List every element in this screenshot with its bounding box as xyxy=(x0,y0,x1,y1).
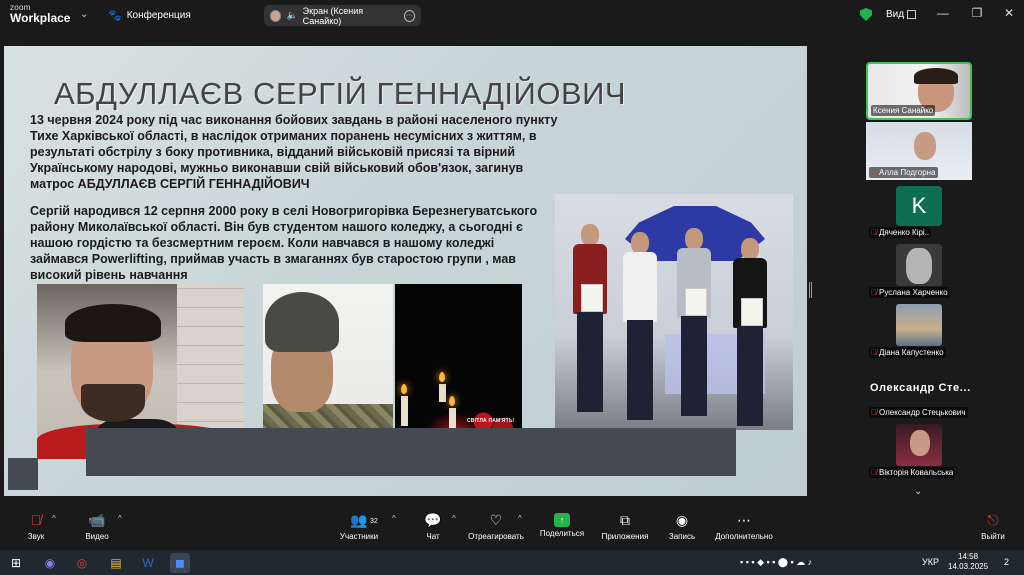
slide-paragraph-2: Сергій народився 12 серпня 2000 року в с… xyxy=(30,204,538,282)
keyboard-language[interactable]: УКР xyxy=(922,557,939,567)
title-bar: zoom Workplace ⌄ 🐾 Конференция 🔈 Экран (… xyxy=(0,0,1024,30)
viber-icon[interactable]: ◉ xyxy=(40,553,60,573)
participant-tile[interactable]: 🎙̸ Алла Подгорна xyxy=(866,122,972,180)
participant-tile[interactable]: K 🎙̸ Дяченко Кірі.. xyxy=(866,182,972,240)
muted-mic-icon: 🎙̸ xyxy=(871,168,877,177)
logo-workplace-text: Workplace xyxy=(10,11,71,25)
react-options-caret[interactable]: ^ xyxy=(518,514,522,523)
participant-tile[interactable]: Олександр Сте... 🎙̸ Олександр Стецькович xyxy=(866,362,972,420)
video-camera-icon: 📹 xyxy=(88,512,106,528)
exit-icon: ⎋ xyxy=(987,512,999,528)
windows-start-icon[interactable]: ⊞ xyxy=(6,553,26,573)
participants-options-caret[interactable]: ^ xyxy=(392,514,396,523)
muted-mic-icon: 🎙̸ xyxy=(871,468,877,477)
caption-overlay xyxy=(86,428,736,476)
meeting-info-button[interactable]: 🐾 Конференция xyxy=(108,9,191,22)
participant-name: 🎙̸ Олександр Стецькович xyxy=(869,407,968,418)
scroll-down-chevron-icon[interactable]: ⌄ xyxy=(914,486,922,497)
speaker-icon: 🔈 xyxy=(286,10,298,20)
share-label: Экран (Ксения Санайко) xyxy=(302,5,364,26)
paw-icon: 🐾 xyxy=(108,10,122,22)
resize-handle[interactable] xyxy=(809,282,812,298)
apps-icon: ⧉ xyxy=(620,512,630,528)
muted-mic-icon: 🎙̸ xyxy=(871,288,877,297)
chrome-icon[interactable]: ◎ xyxy=(72,553,92,573)
minimize-icon[interactable]: — xyxy=(936,6,950,20)
zoom-window: zoom Workplace ⌄ 🐾 Конференция 🔈 Экран (… xyxy=(0,0,1024,575)
close-icon[interactable]: ✕ xyxy=(1002,6,1016,20)
participant-name: 🎙̸ Вікторія Ковальська xyxy=(869,467,956,478)
slide-title: АБДУЛЛАЄВ СЕРГІЙ ГЕННАДІЙОВИЧ xyxy=(54,76,627,111)
view-button[interactable]: Вид xyxy=(886,9,904,20)
more-icon: ⋯ xyxy=(737,512,751,528)
slide-paragraph-1: 13 червня 2024 року під час виконання бо… xyxy=(30,113,558,191)
participant-tile[interactable]: 🎙̸ Вікторія Ковальська xyxy=(866,422,972,480)
meeting-label: Конференция xyxy=(126,10,191,21)
screen-share-indicator[interactable]: 🔈 Экран (Ксения Санайко) ··· xyxy=(264,5,421,26)
record-icon: ◉ xyxy=(675,512,689,528)
more-options-icon[interactable]: ··· xyxy=(403,9,415,22)
audio-options-caret[interactable]: ^ xyxy=(52,514,56,523)
video-button[interactable]: 📹 Видео xyxy=(82,510,112,541)
zoom-logo: zoom Workplace xyxy=(10,4,71,25)
apps-button[interactable]: ⧉ Приложения xyxy=(598,510,652,541)
share-screen-button[interactable]: ↑ Поделиться xyxy=(538,510,586,538)
chat-icon: 💬 xyxy=(424,512,442,528)
caption-overlay-left xyxy=(8,458,38,490)
leave-button[interactable]: ⎋ Выйти xyxy=(978,510,1008,541)
grid-view-icon[interactable] xyxy=(907,10,916,19)
presenter-avatar xyxy=(270,9,282,22)
participant-name: 🎙̸ Діана Капустенко xyxy=(869,347,946,358)
participant-large-label: Олександр Сте... xyxy=(870,382,971,394)
word-icon[interactable]: W xyxy=(138,553,158,573)
shared-screen: АБДУЛЛАЄВ СЕРГІЙ ГЕННАДІЙОВИЧ 13 червня … xyxy=(4,46,807,496)
zoom-taskbar-icon[interactable]: ◼ xyxy=(170,553,190,573)
video-options-caret[interactable]: ^ xyxy=(118,514,122,523)
team-photo xyxy=(555,194,793,430)
security-shield-icon[interactable] xyxy=(860,8,872,21)
participants-count: 32 xyxy=(370,518,378,525)
clock-date: 14.03.2025 xyxy=(948,562,989,571)
clock[interactable]: 14:58 14.03.2025 xyxy=(948,552,988,572)
muted-mic-icon: 🎙̸ xyxy=(871,348,877,357)
clock-time: 14:58 xyxy=(958,552,979,561)
more-button[interactable]: ⋯ Дополнительно xyxy=(712,510,776,541)
chat-options-caret[interactable]: ^ xyxy=(452,514,456,523)
participant-tile[interactable]: Ксения Санайко xyxy=(866,62,972,120)
tray-icons[interactable]: ▪ ▪ ▪ ◆ ▪ ▪ ⬤ ▪ ☁ ♪ xyxy=(740,557,812,568)
participant-name: 🎙̸ Руслана Харченко xyxy=(869,287,950,298)
record-button[interactable]: ◉ Запись xyxy=(664,510,700,541)
audio-button[interactable]: 🎙̸ Звук xyxy=(22,510,50,541)
restore-icon[interactable]: ❐ xyxy=(970,6,984,20)
participant-tile[interactable]: 🎙̸ Руслана Харченко xyxy=(866,242,972,300)
participants-button[interactable]: 👥 Участники xyxy=(334,510,384,541)
windows-taskbar: ⊞ ◉ ◎ ▤ W ◼ ▪ ▪ ▪ ◆ ▪ ▪ ⬤ ▪ ☁ ♪ УКР 14:5… xyxy=(0,550,1024,575)
notification-count-badge[interactable]: 2 xyxy=(1004,557,1009,567)
avatar: K xyxy=(896,186,942,226)
memorial-caption: СВІТЛА ПАМ'ЯТЬ! xyxy=(467,418,515,424)
participant-strip: Ксения Санайко 🎙̸ Алла Подгорна K 🎙̸ Дячен… xyxy=(866,62,974,482)
share-screen-icon: ↑ xyxy=(554,513,570,527)
meeting-toolbar: 🎙̸ Звук ^ 📹 Видео ^ 👥 Участники 32 ^ 💬 Ч… xyxy=(0,510,1024,550)
participant-name: Ксения Санайко xyxy=(871,105,936,116)
chevron-down-icon[interactable]: ⌄ xyxy=(80,9,88,20)
muted-mic-icon: 🎙̸ xyxy=(30,512,42,528)
file-explorer-icon[interactable]: ▤ xyxy=(106,553,126,573)
muted-mic-icon: 🎙̸ xyxy=(871,408,877,417)
participant-tile[interactable]: 🎙̸ Діана Капустенко xyxy=(866,302,972,360)
participant-name: 🎙̸ Алла Подгорна xyxy=(869,167,938,178)
chat-button[interactable]: 💬 Чат xyxy=(420,510,446,541)
participant-name: 🎙̸ Дяченко Кірі.. xyxy=(869,227,932,238)
muted-mic-icon: 🎙̸ xyxy=(871,228,877,237)
